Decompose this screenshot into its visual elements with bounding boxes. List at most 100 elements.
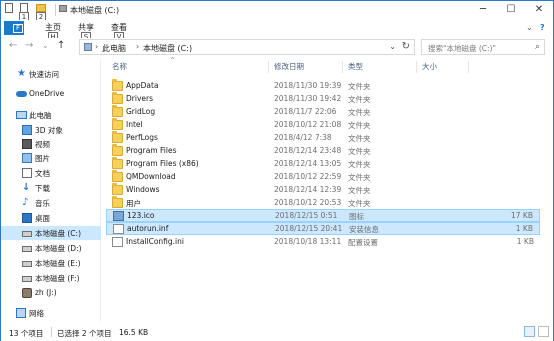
sidebar-item-pictures[interactable]: 图片 (1, 151, 101, 165)
sidebar-item-downloads[interactable]: ↓ 下载 (1, 181, 101, 195)
column-divider[interactable] (468, 61, 469, 73)
search-input[interactable]: 搜索"本地磁盘 (C:)" ⌕ (421, 39, 545, 55)
breadcrumb-this-pc[interactable]: 此电脑 (102, 43, 126, 54)
sidebar-item-videos[interactable]: 视频 (1, 137, 101, 151)
sidebar-item-local-disk-e[interactable]: 本地磁盘 (E:) (1, 256, 101, 270)
expand-ribbon-button[interactable]: ⌄ (526, 23, 533, 32)
sidebar-item-label: zh (J:) (35, 288, 57, 297)
file-name: Program Files (x86) (126, 159, 199, 168)
sidebar-item-3d-objects[interactable]: 3D 对象 (1, 123, 101, 137)
sidebar-item-label: OneDrive (29, 89, 65, 98)
file-row-program-files[interactable]: Program Files 2018/12/14 23:48 文件夹 (106, 144, 540, 158)
file-type: 文件夹 (348, 147, 371, 156)
column-header-type[interactable]: 类型 (348, 59, 363, 74)
drive-icon (22, 276, 32, 282)
sidebar-item-label: 快速访问 (29, 70, 59, 79)
column-divider[interactable] (416, 61, 417, 73)
sidebar-item-documents[interactable]: 文档 (1, 166, 101, 180)
sidebar-item-local-disk-c[interactable]: 本地磁盘 (C:) (1, 226, 101, 240)
help-button[interactable]: ? (540, 23, 545, 32)
file-name: autorun.inf (127, 224, 169, 233)
quick-access-properties-button[interactable] (3, 3, 16, 16)
search-icon[interactable]: ⌕ (535, 42, 540, 52)
refresh-icon[interactable]: ↻ (402, 41, 410, 52)
sidebar-item-local-disk-f[interactable]: 本地磁盘 (F:) (1, 271, 101, 285)
selected-size: 16.5 KB (119, 328, 149, 337)
sidebar-item-this-pc[interactable]: 此电脑 (1, 108, 101, 122)
title-bar: 1 2 本地磁盘 (C:) ─ ☐ ✕ (1, 1, 553, 22)
item-count: 13 个项目 (9, 329, 44, 338)
tab-share-label: 共享 (78, 23, 94, 32)
sidebar-item-label: 图片 (35, 154, 50, 163)
tab-view-label: 查看 (111, 23, 127, 32)
details-view-button[interactable] (524, 326, 535, 337)
settings-file-icon (113, 224, 124, 234)
file-date: 2018/11/7 22:06 (274, 107, 337, 116)
file-date: 2018/10/12 22:59 (274, 172, 342, 181)
sidebar-item-music[interactable]: ♪ 音乐 (1, 196, 101, 210)
forward-button[interactable]: → (25, 40, 33, 51)
quick-access-new-folder-button[interactable]: 1 (18, 3, 31, 22)
folder-icon (112, 105, 123, 117)
maximize-button[interactable]: ☐ (497, 1, 525, 20)
column-header-size[interactable]: 大小 (422, 59, 437, 74)
column-divider[interactable] (342, 61, 343, 73)
sidebar-item-local-disk-d[interactable]: 本地磁盘 (D:) (1, 241, 101, 255)
column-header-name[interactable]: 名称 (112, 59, 127, 74)
keytip-badge: F (13, 24, 23, 33)
file-row-qmdownload[interactable]: QMDownload 2018/10/12 22:59 文件夹 (106, 170, 540, 184)
file-type: 文件夹 (348, 108, 371, 117)
file-type: 文件夹 (348, 82, 371, 91)
file-row-appdata[interactable]: AppData 2018/11/30 19:39 文件夹 (106, 79, 540, 93)
network-icon (16, 308, 26, 318)
file-type: 文件夹 (348, 199, 371, 208)
file-row-intel[interactable]: Intel 2018/10/12 21:08 文件夹 (106, 118, 540, 132)
tab-file[interactable]: 文件 F (4, 21, 24, 35)
breadcrumb-local-disk-c[interactable]: 本地磁盘 (C:) (143, 43, 192, 54)
up-button[interactable]: ↑ (57, 40, 65, 51)
sidebar-item-network[interactable]: 网络 (1, 306, 101, 320)
cube-icon (22, 125, 32, 135)
window-title: 本地磁盘 (C:) (70, 6, 120, 15)
close-button[interactable]: ✕ (525, 1, 553, 20)
chevron-right-icon[interactable]: › (95, 42, 98, 51)
sidebar-item-quick-access[interactable]: ★ 快速访问 (1, 67, 101, 81)
file-row-123-ico[interactable]: 123.ico 2018/12/15 0:51 图标 17 KB (106, 209, 540, 222)
file-row-drivers[interactable]: Drivers 2018/11/30 19:42 文件夹 (106, 92, 540, 106)
file-date: 2018/12/15 20:41 (275, 224, 343, 233)
file-row-autorun-inf[interactable]: autorun.inf 2018/12/15 20:41 安装信息 1 KB (106, 222, 540, 235)
sidebar-item-label: 本地磁盘 (D:) (35, 244, 82, 253)
sidebar-item-desktop[interactable]: 桌面 (1, 211, 101, 225)
drive-icon (22, 261, 32, 267)
chevron-right-icon[interactable]: › (136, 42, 139, 51)
quick-access-folder-button[interactable]: 2 (35, 3, 48, 22)
file-row-gridlog[interactable]: GridLog 2018/11/7 22:06 文件夹 (106, 105, 540, 119)
column-divider[interactable] (268, 61, 269, 73)
recent-locations-button[interactable]: ⌄ (42, 41, 49, 50)
folder-icon (112, 118, 123, 130)
column-header-label: 修改日期 (274, 62, 304, 71)
folder-icon (112, 170, 123, 182)
sidebar-item-label: 本地磁盘 (C:) (35, 229, 81, 238)
large-icons-view-button[interactable] (538, 326, 549, 337)
sidebar-item-onedrive[interactable]: OneDrive (1, 87, 101, 101)
sidebar-item-label: 本地磁盘 (E:) (35, 259, 81, 268)
cloud-icon (16, 91, 27, 97)
column-header-date[interactable]: 修改日期 (274, 59, 304, 74)
file-name: AppData (126, 81, 159, 90)
file-row-program-files-x86[interactable]: Program Files (x86) 2018/12/14 13:05 文件夹 (106, 157, 540, 171)
file-row-windows[interactable]: Windows 2018/12/14 12:39 文件夹 (106, 183, 540, 197)
file-row-perflogs[interactable]: PerfLogs 2018/4/12 7:38 文件夹 (106, 131, 540, 145)
minimize-button[interactable]: ─ (469, 1, 497, 20)
status-bar: 13 个项目 已选择 2 个项目 16.5 KB (1, 323, 553, 341)
file-row-installconfig-ini[interactable]: InstallConfig.ini 2018/10/18 13:11 配置设置 … (106, 236, 540, 249)
chevron-down-icon[interactable]: ⌄ (389, 42, 396, 51)
file-type: 配置设置 (348, 238, 378, 247)
address-bar[interactable]: › 此电脑 › 本地磁盘 (C:) ⌄ ↻ (79, 39, 415, 55)
back-button[interactable]: ← (9, 40, 17, 51)
sidebar-item-label: 本地磁盘 (F:) (35, 274, 80, 283)
picture-icon (22, 153, 32, 163)
sidebar-item-zh-j[interactable]: zh (J:) (1, 286, 101, 300)
file-type: 文件夹 (348, 173, 371, 182)
file-name: 123.ico (127, 211, 155, 220)
